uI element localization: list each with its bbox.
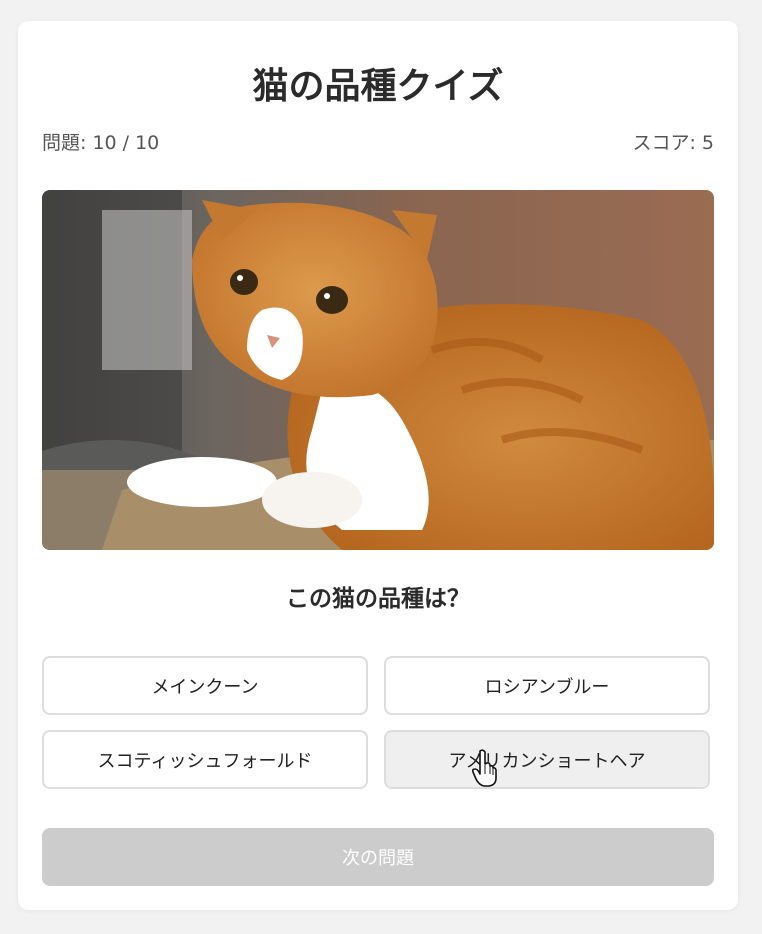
quiz-card: 猫の品種クイズ 問題: 10 / 10 スコア: 5 この猫の品種は？ メインク…	[18, 21, 738, 910]
cat-photo	[42, 190, 714, 550]
next-question-button[interactable]: 次の問題	[42, 828, 714, 886]
question-text: この猫の品種は？	[286, 586, 470, 612]
answer-option-4[interactable]: アメリカンショートヘア	[384, 730, 710, 789]
question-progress: 問題: 10 / 10	[42, 132, 160, 154]
answer-option-2[interactable]: ロシアンブルー	[384, 656, 710, 715]
answer-option-1[interactable]: メインクーン	[42, 656, 368, 715]
answer-option-3[interactable]: スコティッシュフォールド	[42, 730, 368, 789]
page-title: 猫の品種クイズ	[252, 66, 504, 107]
score-display: スコア: 5	[632, 132, 714, 154]
